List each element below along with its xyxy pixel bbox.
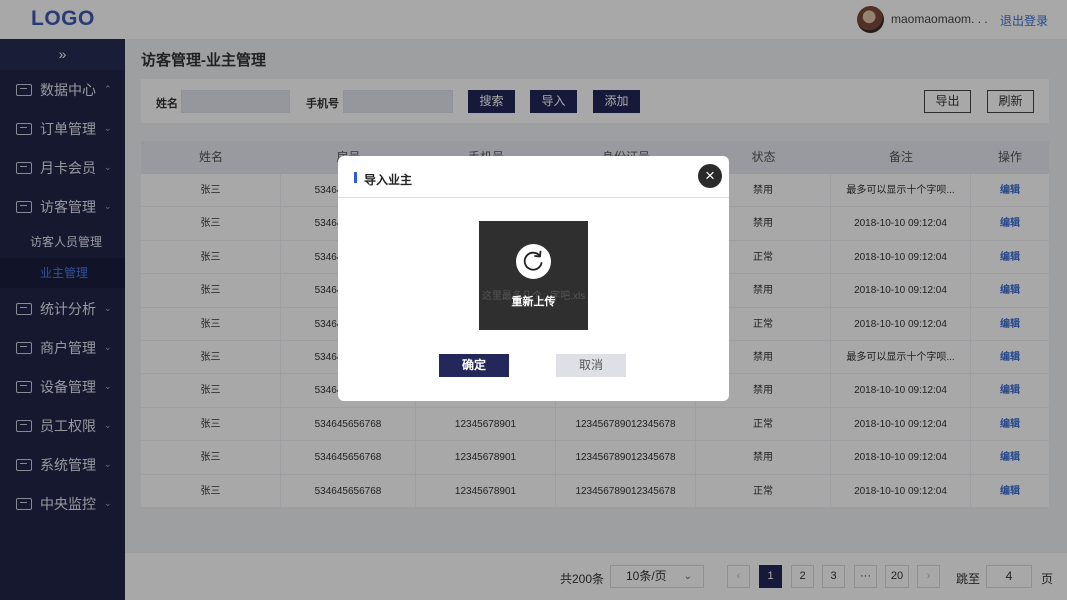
reupload-label[interactable]: 重新上传 [479,293,588,309]
uploaded-file-box[interactable]: 这里最多几个...字吧.xls 12.3KB 重新上传 [479,221,588,330]
cancel-button[interactable]: 取消 [556,354,626,377]
confirm-button[interactable]: 确定 [439,354,509,377]
close-icon[interactable]: × [698,164,722,188]
modal-header: 导入业主 × [338,156,729,198]
modal-title: 导入业主 [364,173,413,187]
title-accent-bar [354,172,357,183]
import-owner-modal: 导入业主 × 这里最多几个...字吧.xls 12.3KB 重新上传 确定 取消 [338,156,729,401]
reupload-icon[interactable] [516,244,551,279]
